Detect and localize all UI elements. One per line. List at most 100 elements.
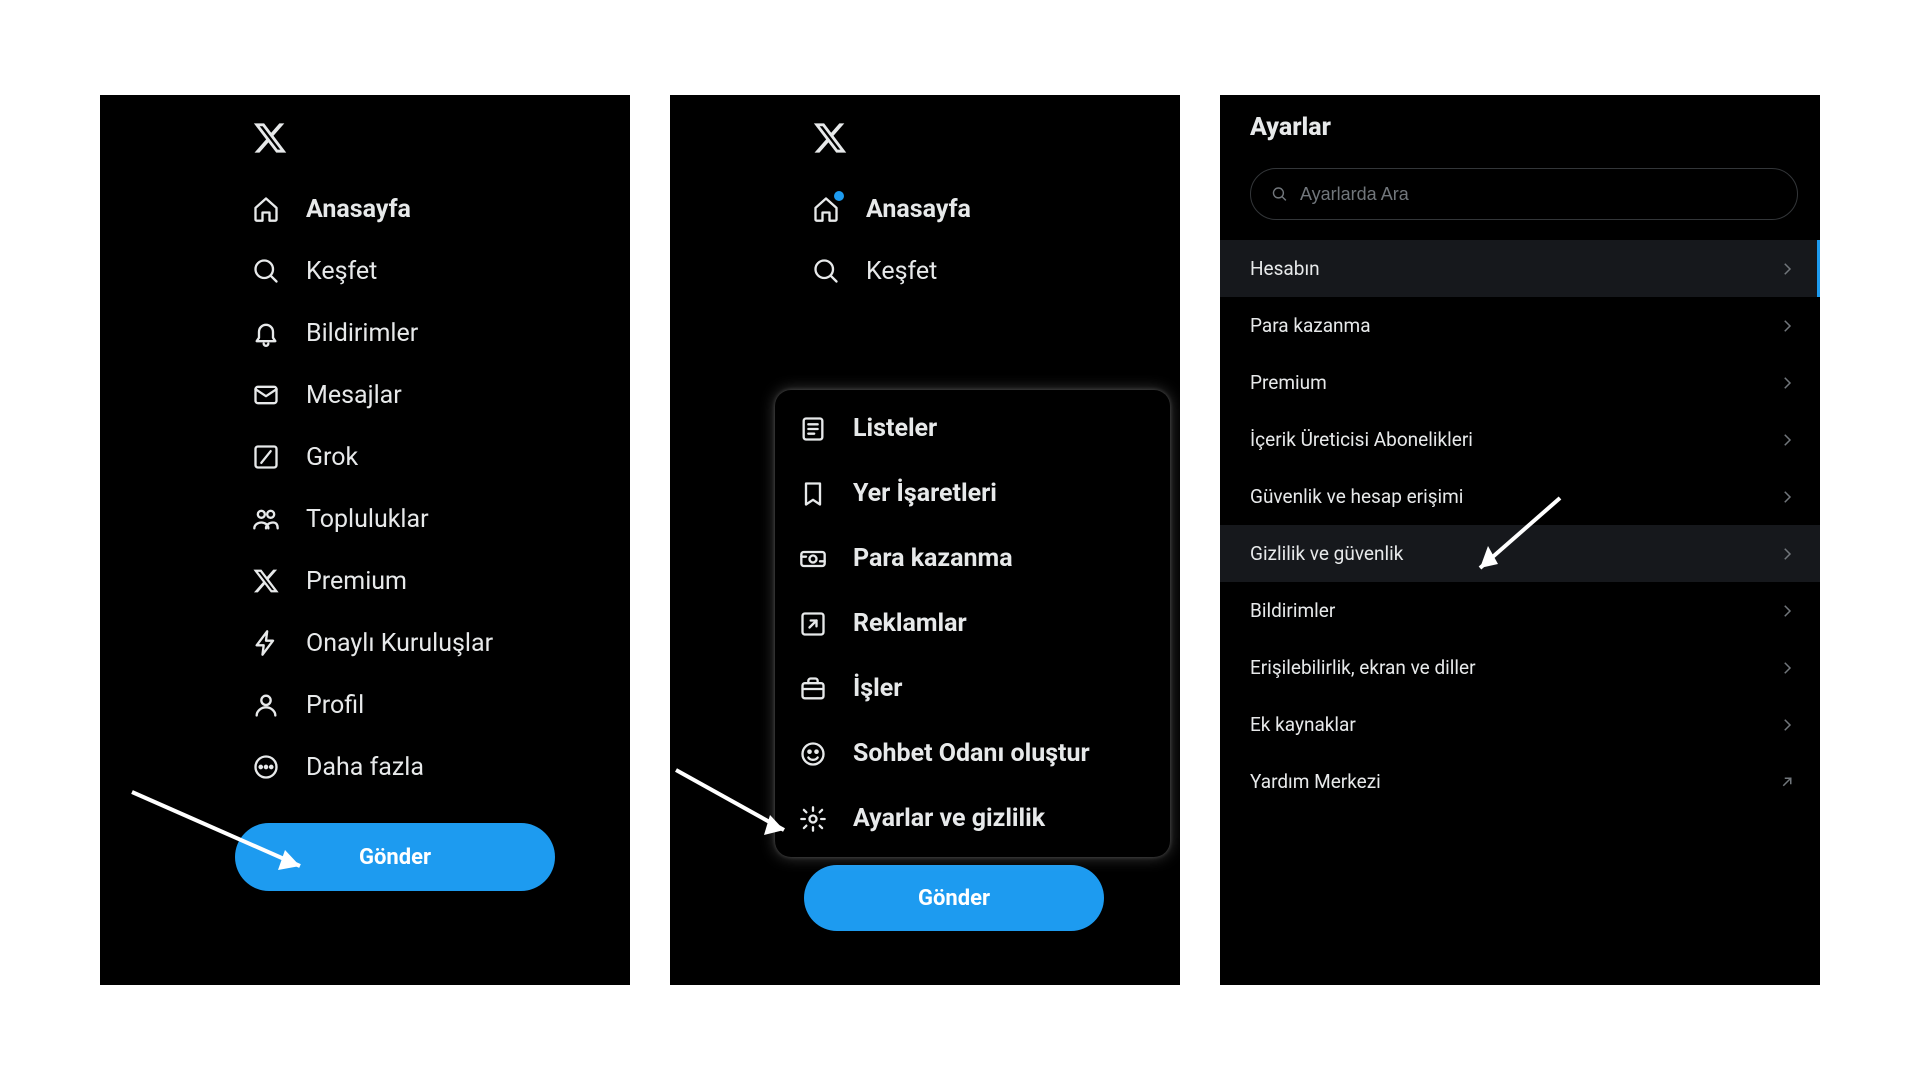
chevron-right-icon (1778, 374, 1796, 392)
home-icon-wrap (810, 193, 842, 225)
search-icon-wrap (810, 255, 842, 287)
menu-label: Listeler (853, 414, 937, 443)
gear-icon (799, 805, 827, 833)
nav-item-search[interactable]: Keşfet (250, 240, 630, 302)
smile-icon-wrap (799, 740, 827, 768)
search-icon-wrap (250, 255, 282, 287)
settings-search-input[interactable] (1300, 184, 1777, 205)
settings-item[interactable]: Premium (1220, 354, 1820, 411)
settings-search[interactable] (1250, 168, 1798, 220)
more-menu-popup: Listeler Yer İşaretleri Para kazanma Reklam… (775, 390, 1170, 857)
settings-item[interactable]: Bildirimler (1220, 582, 1820, 639)
search-icon (252, 257, 280, 285)
nav-item-home[interactable]: Anasayfa (250, 178, 630, 240)
nav-item-grok[interactable]: Grok (250, 426, 630, 488)
chevron-right-icon (1778, 716, 1796, 734)
x-icon-wrap (250, 565, 282, 597)
bell-icon (252, 319, 280, 347)
settings-item[interactable]: Erişilebilirlik, ekran ve diller (1220, 639, 1820, 696)
settings-list: HesabınPara kazanma Premium İçerik Üretici… (1220, 240, 1820, 810)
nav-label: Bildirimler (306, 319, 418, 348)
search-icon (812, 257, 840, 285)
menu-item-gear[interactable]: Ayarlar ve gizlilik (775, 786, 1170, 851)
bell-icon-wrap (250, 317, 282, 349)
mail-icon-wrap (250, 379, 282, 411)
sidebar-panel-more: Anasayfa Keşfet Gönder Listeler Yer İşaret… (670, 95, 1180, 985)
grok-icon (252, 443, 280, 471)
money-icon-wrap (799, 545, 827, 573)
post-button[interactable]: Gönder (804, 865, 1104, 931)
external-icon (799, 610, 827, 638)
external-link-icon (1778, 773, 1796, 791)
bookmark-icon (799, 480, 827, 508)
sidebar-panel-main: Anasayfa Keşfet Bildirimler Mesajlar Grok Top… (100, 95, 630, 985)
lightning-icon-wrap (250, 627, 282, 659)
settings-label: Premium (1250, 371, 1327, 394)
search-icon (1271, 185, 1288, 203)
nav-item-search[interactable]: Keşfet (810, 240, 1180, 302)
nav-label: Topluluklar (306, 505, 429, 534)
settings-item[interactable]: Para kazanma (1220, 297, 1820, 354)
notification-dot (834, 191, 844, 201)
gear-icon-wrap (799, 805, 827, 833)
settings-item[interactable]: Yardım Merkezi (1220, 753, 1820, 810)
settings-label: Ek kaynaklar (1250, 713, 1356, 736)
list-icon-wrap (799, 415, 827, 443)
settings-item[interactable]: Gizlilik ve güvenlik (1220, 525, 1820, 582)
nav-item-profile[interactable]: Profil (250, 674, 630, 736)
settings-label: Erişilebilirlik, ekran ve diller (1250, 656, 1476, 679)
post-button[interactable]: Gönder (235, 823, 555, 891)
menu-item-ad[interactable]: Reklamlar (775, 591, 1170, 656)
settings-label: Yardım Merkezi (1250, 770, 1381, 793)
app-logo[interactable] (810, 110, 1180, 178)
chevron-right-icon (1778, 488, 1796, 506)
menu-label: Reklamlar (853, 609, 967, 638)
settings-label: Bildirimler (1250, 599, 1335, 622)
nav-item-x[interactable]: Premium (250, 550, 630, 612)
home-icon-wrap (250, 193, 282, 225)
settings-item[interactable]: Hesabın (1220, 240, 1820, 297)
app-logo[interactable] (250, 110, 630, 178)
nav-label: Premium (306, 567, 407, 596)
bookmark-icon-wrap (799, 480, 827, 508)
menu-label: İşler (853, 674, 902, 703)
settings-label: Güvenlik ve hesap erişimi (1250, 485, 1463, 508)
communities-icon (252, 505, 280, 533)
nav-label: Anasayfa (306, 195, 411, 224)
nav-item-bell[interactable]: Bildirimler (250, 302, 630, 364)
menu-item-list[interactable]: Listeler (775, 396, 1170, 461)
chevron-right-icon (1778, 602, 1796, 620)
nav-item-lightning[interactable]: Onaylı Kuruluşlar (250, 612, 630, 674)
menu-item-money[interactable]: Para kazanma (775, 526, 1170, 591)
x-logo-icon (812, 120, 848, 156)
list-icon (799, 415, 827, 443)
more-icon-wrap (250, 751, 282, 783)
nav-item-communities[interactable]: Topluluklar (250, 488, 630, 550)
menu-item-smile[interactable]: Sohbet Odanı oluştur (775, 721, 1170, 786)
profile-icon (252, 691, 280, 719)
settings-label: İçerik Üreticisi Abonelikleri (1250, 428, 1473, 451)
briefcase-icon (799, 675, 827, 703)
profile-icon-wrap (250, 689, 282, 721)
settings-item[interactable]: İçerik Üreticisi Abonelikleri (1220, 411, 1820, 468)
mail-icon (252, 381, 280, 409)
nav-item-mail[interactable]: Mesajlar (250, 364, 630, 426)
chevron-right-icon (1778, 317, 1796, 335)
menu-item-briefcase[interactable]: İşler (775, 656, 1170, 721)
nav-label: Grok (306, 443, 358, 472)
lightning-icon (252, 629, 280, 657)
menu-item-bookmark[interactable]: Yer İşaretleri (775, 461, 1170, 526)
settings-label: Gizlilik ve güvenlik (1250, 542, 1403, 565)
grok-icon-wrap (250, 441, 282, 473)
chevron-right-icon (1778, 431, 1796, 449)
nav-label: Keşfet (866, 257, 937, 286)
settings-item[interactable]: Ek kaynaklar (1220, 696, 1820, 753)
nav-label: Keşfet (306, 257, 377, 286)
nav-item-home[interactable]: Anasayfa (810, 178, 1180, 240)
nav-item-more[interactable]: Daha fazla (250, 736, 630, 798)
x-logo-icon (252, 120, 288, 156)
settings-item[interactable]: Güvenlik ve hesap erişimi (1220, 468, 1820, 525)
settings-container: Ayarlar (1220, 95, 1820, 220)
menu-label: Ayarlar ve gizlilik (853, 804, 1045, 833)
menu-label: Yer İşaretleri (853, 479, 997, 508)
